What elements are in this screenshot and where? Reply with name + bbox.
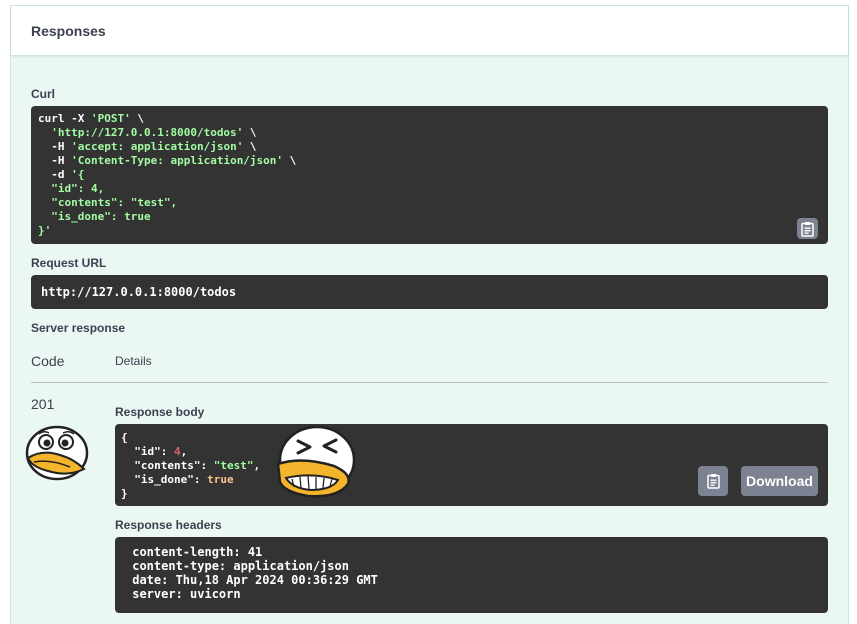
duck-laughing-sticker bbox=[272, 425, 356, 502]
clipboard-copy-icon bbox=[706, 473, 721, 489]
response-body-label: Response body bbox=[115, 405, 205, 419]
response-body-copy-button[interactable] bbox=[698, 466, 728, 496]
section-title: Responses bbox=[31, 22, 106, 39]
download-button[interactable]: Download bbox=[741, 466, 818, 496]
header-line: date: Thu,18 Apr 2024 00:36:29 GMT bbox=[125, 573, 386, 587]
curl-line: -H 'Content-Type: application/json' \ bbox=[38, 154, 297, 167]
header-line: server: uvicorn bbox=[125, 587, 248, 601]
curl-line: "is_done": true bbox=[38, 210, 151, 223]
curl-line: curl -X 'POST' \ bbox=[38, 112, 144, 125]
curl-line: }' bbox=[38, 224, 52, 237]
curl-code-block[interactable]: curl -X 'POST' \ 'http://127.0.0.1:8000/… bbox=[31, 106, 828, 244]
curl-line: "contents": "test", bbox=[38, 196, 178, 209]
responses-header: Responses bbox=[11, 6, 848, 56]
request-url-label: Request URL bbox=[31, 256, 107, 270]
server-response-label: Server response bbox=[31, 321, 126, 335]
code-column-header: Code bbox=[31, 353, 65, 369]
curl-line: 'http://127.0.0.1:8000/todos' \ bbox=[51, 126, 257, 139]
response-headers-block[interactable]: content-length: 41 content-type: applica… bbox=[115, 537, 828, 613]
body-line: { bbox=[121, 431, 128, 444]
curl-copy-button[interactable] bbox=[797, 218, 818, 239]
request-url-value[interactable]: http://127.0.0.1:8000/todos bbox=[31, 275, 828, 309]
body-line: "id": 4, bbox=[121, 445, 188, 458]
clipboard-copy-icon bbox=[800, 221, 815, 237]
details-column-header: Details bbox=[115, 354, 152, 368]
curl-line: -H 'accept: application/json' \ bbox=[38, 140, 257, 153]
header-line: content-type: application/json bbox=[125, 559, 357, 573]
table-divider bbox=[31, 382, 828, 383]
duck-worried-sticker bbox=[24, 425, 90, 481]
response-code: 201 bbox=[31, 396, 55, 412]
response-headers-label: Response headers bbox=[115, 518, 222, 532]
header-line: content-length: 41 bbox=[125, 545, 270, 559]
curl-line: -d '{ bbox=[38, 168, 85, 181]
curl-label: Curl bbox=[31, 87, 55, 101]
curl-line: "id": 4, bbox=[38, 182, 105, 195]
